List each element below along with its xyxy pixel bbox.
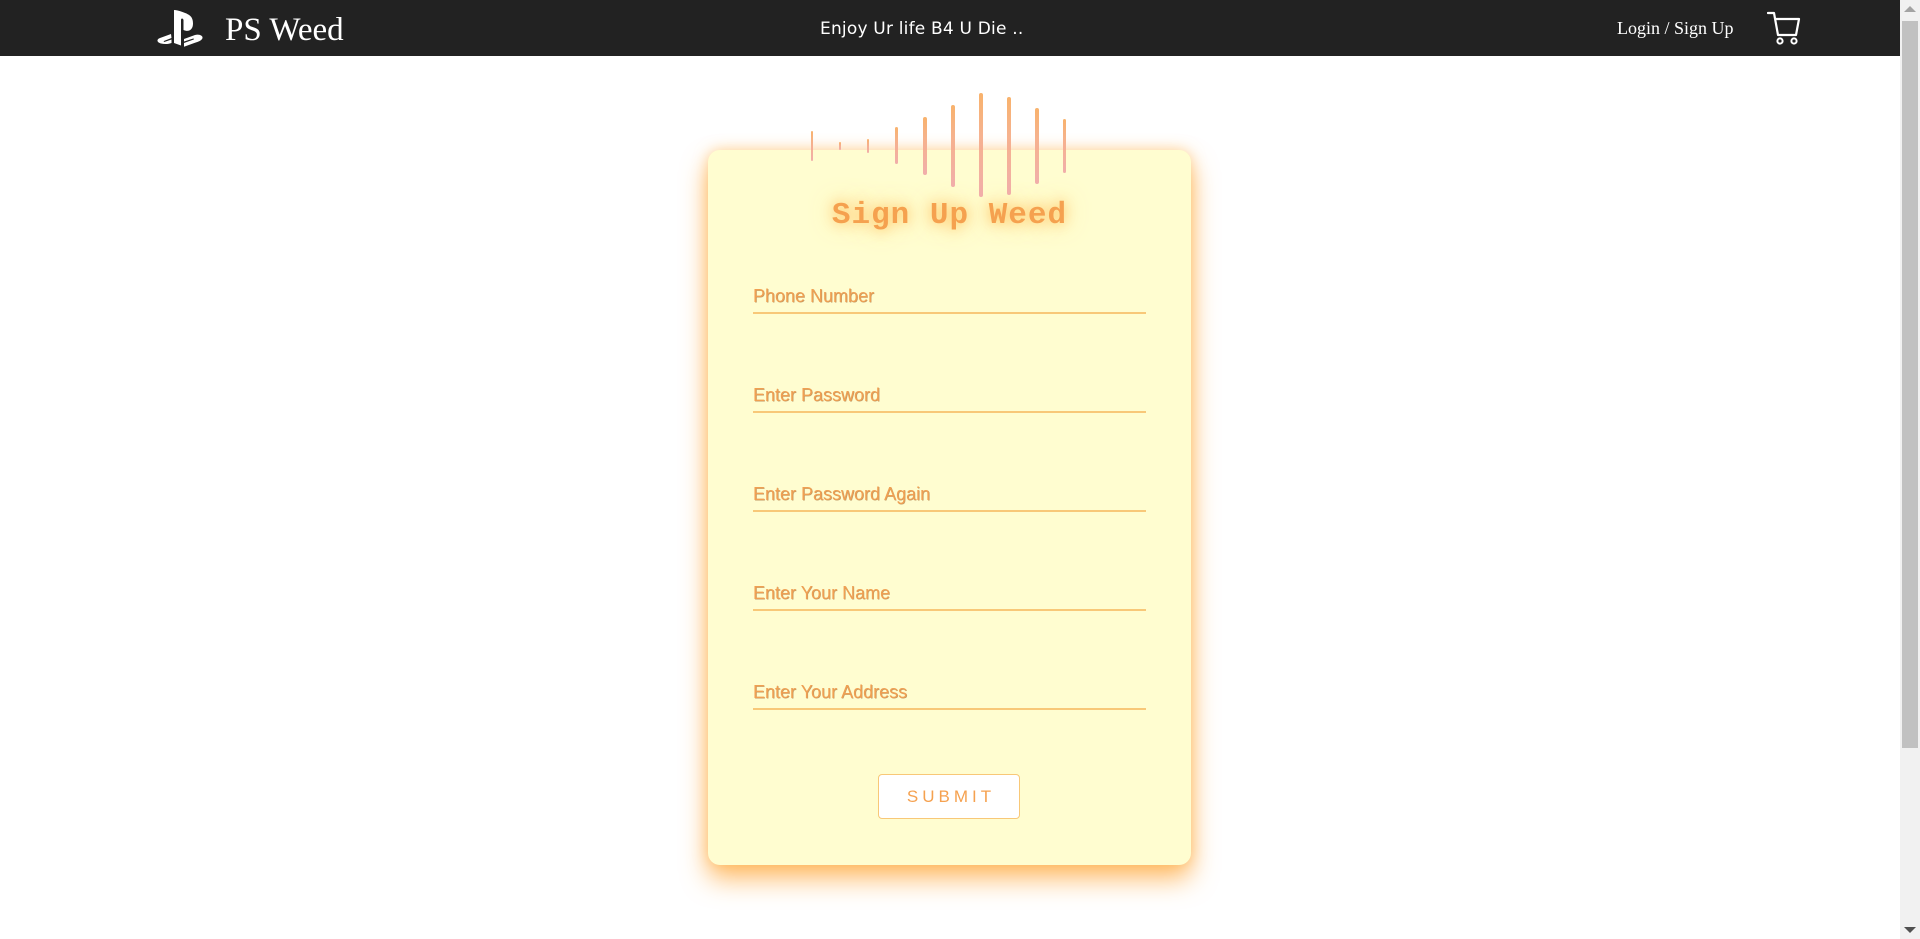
- playstation-icon: [157, 10, 203, 47]
- submit-button[interactable]: SUBMIT: [878, 774, 1020, 819]
- name-input[interactable]: [753, 577, 1146, 611]
- scroll-up-arrow-icon[interactable]: [1904, 6, 1916, 12]
- equalizer-bar: [839, 142, 841, 150]
- address-input[interactable]: [753, 676, 1146, 710]
- password-again-input[interactable]: [753, 478, 1146, 512]
- top-navbar: PS Weed Enjoy Ur life B4 U Die .. Login …: [0, 0, 1900, 56]
- password-input[interactable]: [753, 379, 1146, 413]
- signup-card: Sign Up Weed SUBMIT: [708, 150, 1191, 865]
- scroll-down-arrow-icon[interactable]: [1904, 927, 1916, 933]
- scrollbar-thumb[interactable]: [1902, 21, 1918, 748]
- shopping-cart-icon[interactable]: [1767, 10, 1801, 46]
- phone-number-input[interactable]: [753, 280, 1146, 314]
- brand-link[interactable]: PS Weed: [157, 10, 344, 50]
- vertical-scrollbar[interactable]: [1900, 0, 1920, 939]
- site-tagline: Enjoy Ur life B4 U Die ..: [820, 19, 1024, 39]
- signup-title: Sign Up Weed: [831, 198, 1068, 233]
- brand-name: PS Weed: [225, 12, 344, 48]
- login-signup-link[interactable]: Login / Sign Up: [1617, 16, 1734, 40]
